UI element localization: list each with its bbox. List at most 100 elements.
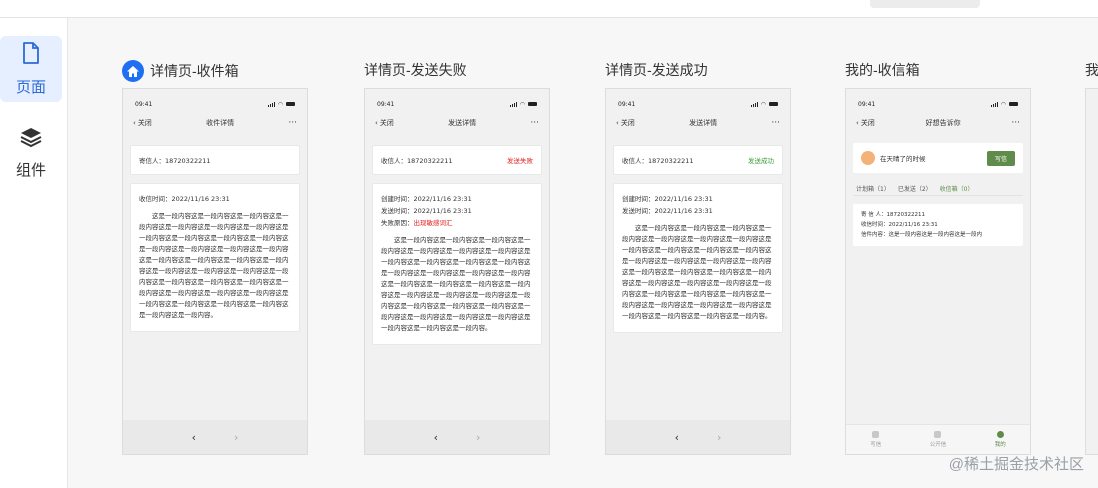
next-page-icon[interactable]: › xyxy=(476,431,480,444)
frame-title-inbox-detail[interactable]: 详情页-收件箱 xyxy=(122,60,239,82)
battery-icon xyxy=(1009,102,1018,106)
create-time: 创建时间：2022/11/16 23:31 xyxy=(381,195,472,203)
chevron-left-icon: ‹ xyxy=(856,119,859,127)
top-toolbar xyxy=(0,0,1098,18)
nav-title: 好想告诉你 xyxy=(925,119,961,127)
tab-bar: 写信 公开信 我的 xyxy=(846,424,1030,454)
status-bar: 09:41 ◠ xyxy=(846,97,1030,111)
more-icon[interactable]: ··· xyxy=(530,118,539,128)
notice-card: 在天晴了的时候 写信 xyxy=(853,143,1023,173)
more-icon[interactable]: ··· xyxy=(771,118,780,128)
notice-text: 在天晴了的时候 xyxy=(880,155,926,163)
battery-icon xyxy=(528,102,537,106)
sidebar-item-pages[interactable]: 页面 xyxy=(0,36,62,102)
nav-title: 发送详情 xyxy=(689,119,718,127)
prev-page-icon[interactable]: ‹ xyxy=(434,431,438,444)
status-bar: 09:41 ◠ xyxy=(365,97,549,111)
recipient-card: 收信人：18720322211 发送失败 xyxy=(372,145,542,175)
status-icons: ◠ xyxy=(750,100,778,108)
bottom-nav: ‹ › xyxy=(606,420,790,454)
more-icon[interactable]: ··· xyxy=(1011,118,1020,128)
chevron-left-icon: ‹ xyxy=(133,119,136,127)
frame-title-partial[interactable]: 我 xyxy=(1085,60,1098,80)
frame-title-send-failed[interactable]: 详情页-发送失败 xyxy=(364,60,467,80)
tab-inbox[interactable]: 收信箱（0） xyxy=(940,184,974,193)
phone-frame-send-success[interactable]: 09:41 ◠ ‹ 关闭 发送详情 ··· 收信人：18720322211 发送成… xyxy=(605,88,791,455)
message-sender: 寄 信 人：18720322211 xyxy=(861,212,925,218)
layers-icon xyxy=(19,126,43,153)
more-icon[interactable]: ··· xyxy=(288,118,297,128)
mailbox-tabs: 计划箱（1） 已发送（2） 收信箱（0） xyxy=(846,181,1030,195)
next-page-icon[interactable]: › xyxy=(717,431,721,444)
wifi-icon: ◠ xyxy=(277,100,283,108)
design-canvas: 详情页-收件箱 09:41 ◠ ‹ 关闭 收件详情 ··· 寄信人：1872032… xyxy=(68,18,1098,488)
nav-bar: ‹ 关闭 收件详情 ··· xyxy=(123,111,307,135)
chevron-left-icon: ‹ xyxy=(375,119,378,127)
status-icons: ◠ xyxy=(267,100,295,108)
signal-icon xyxy=(509,101,517,107)
phone-frame-inbox-detail[interactable]: 09:41 ◠ ‹ 关闭 收件详情 ··· 寄信人：18720322211 收信时… xyxy=(122,88,308,455)
receive-time: 收信时间：2022/11/16 23:31 xyxy=(139,195,230,203)
create-time: 创建时间：2022/11/16 23:31 xyxy=(622,195,713,203)
avatar xyxy=(861,151,875,165)
signal-icon xyxy=(750,101,758,107)
letter-card: 收信时间：2022/11/16 23:31 这是一段内容这是一段内容这是一段内容… xyxy=(130,183,300,332)
letter-card: 创建时间：2022/11/16 23:31 发送时间：2022/11/16 23… xyxy=(613,183,783,333)
message-content: 信件内容：这是一段内容这是一段内容这是一段内 xyxy=(861,232,983,238)
message-card[interactable]: 寄 信 人：18720322211 收信时间：2022/11/16 23:31 … xyxy=(853,204,1023,246)
sidebar-item-label: 组件 xyxy=(15,162,46,179)
phone-frame-partial[interactable] xyxy=(1085,88,1098,455)
page-icon xyxy=(20,41,42,70)
status-badge: 发送失败 xyxy=(507,157,533,165)
tabbar-item-mine[interactable]: 我的 xyxy=(995,431,1006,448)
tab-sent[interactable]: 已发送（2） xyxy=(898,184,932,193)
watermark: @稀土掘金技术社区 xyxy=(948,456,1084,473)
sender-card: 寄信人：18720322211 xyxy=(130,145,300,175)
status-bar: 09:41 ◠ xyxy=(606,97,790,111)
send-time: 发送时间：2022/11/16 23:31 xyxy=(381,207,472,215)
tabbar-item-public[interactable]: 公开信 xyxy=(930,431,946,448)
message-time: 收信时间：2022/11/16 23:31 xyxy=(861,222,938,228)
wifi-icon: ◠ xyxy=(519,100,525,108)
fail-reason: 失败原因：出现敏感词汇 xyxy=(381,219,453,227)
nav-bar: ‹ 关闭 好想告诉你 ··· xyxy=(846,111,1030,135)
frame-title-send-success[interactable]: 详情页-发送成功 xyxy=(605,60,708,80)
close-button[interactable]: ‹ 关闭 xyxy=(375,118,394,128)
wifi-icon: ◠ xyxy=(760,100,766,108)
signal-icon xyxy=(267,101,275,107)
frame-title-my-inbox[interactable]: 我的-收信箱 xyxy=(845,60,920,80)
chevron-left-icon: ‹ xyxy=(616,119,619,127)
recipient-label: 收信人：18720322211 xyxy=(622,157,694,165)
battery-icon xyxy=(769,102,778,106)
write-letter-button[interactable]: 写信 xyxy=(986,150,1015,166)
close-button[interactable]: ‹ 关闭 xyxy=(133,118,152,128)
recipient-label: 收信人：18720322211 xyxy=(381,157,453,165)
prev-page-icon[interactable]: ‹ xyxy=(192,431,196,444)
send-time: 发送时间：2022/11/16 23:31 xyxy=(622,207,713,215)
letter-card: 创建时间：2022/11/16 23:31 发送时间：2022/11/16 23… xyxy=(372,183,542,345)
user-icon xyxy=(996,431,1004,438)
signal-icon xyxy=(990,101,998,107)
nav-title: 发送详情 xyxy=(448,119,477,127)
status-icons: ◠ xyxy=(509,100,537,108)
status-icons: ◠ xyxy=(990,100,1018,108)
wifi-icon: ◠ xyxy=(1000,100,1006,108)
tabbar-item-write[interactable]: 写信 xyxy=(870,431,881,448)
write-icon xyxy=(872,431,880,438)
close-button[interactable]: ‹ 关闭 xyxy=(616,118,635,128)
phone-frame-send-failed[interactable]: 09:41 ◠ ‹ 关闭 发送详情 ··· 收信人：18720322211 发送失… xyxy=(364,88,550,455)
toolbar-control[interactable] xyxy=(870,0,980,8)
left-sidebar: 页面 组件 xyxy=(0,18,68,488)
prev-page-icon[interactable]: ‹ xyxy=(675,431,679,444)
letter-body: 这是一段内容这是一段内容这是一段内容这是一段内容这是一段内容这是一段内容这是一段… xyxy=(139,212,289,319)
letter-body: 这是一段内容这是一段内容这是一段内容这是一段内容这是一段内容这是一段内容这是一段… xyxy=(622,224,772,320)
public-letter-icon xyxy=(934,431,942,438)
nav-bar: ‹ 关闭 发送详情 ··· xyxy=(606,111,790,135)
phone-frame-my-inbox[interactable]: 09:41 ◠ ‹ 关闭 好想告诉你 ··· 在天晴了的时候 写信 计划箱（1） … xyxy=(845,88,1031,455)
bottom-nav: ‹ › xyxy=(365,420,549,454)
sidebar-item-components[interactable]: 组件 xyxy=(0,120,62,186)
next-page-icon[interactable]: › xyxy=(234,431,238,444)
tab-plan-box[interactable]: 计划箱（1） xyxy=(856,184,890,193)
status-bar: 09:41 ◠ xyxy=(123,97,307,111)
close-button[interactable]: ‹ 关闭 xyxy=(856,118,875,128)
